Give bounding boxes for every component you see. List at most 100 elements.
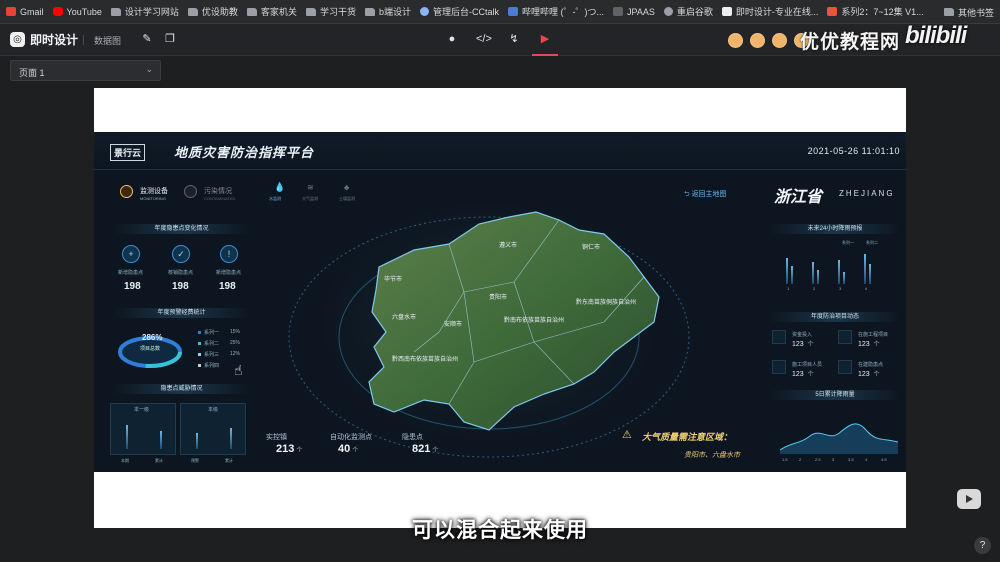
video-subtitle: 可以混合起来使用 — [412, 519, 588, 542]
file-name[interactable]: 数据图 — [94, 34, 121, 47]
add-icon: + — [122, 245, 140, 263]
axis-tick: 4.5 — [881, 457, 887, 462]
bookmark-folder[interactable]: 学习干货 — [305, 5, 356, 18]
contaminated-icon[interactable] — [184, 185, 197, 198]
map-label[interactable]: 黔西南布依族苗族自治州 — [392, 354, 458, 363]
app-logo-icon[interactable]: ◎ — [10, 32, 25, 47]
legend-swatch — [198, 353, 201, 356]
bookmark-cctalk[interactable]: 管理后台-CCtalk — [419, 5, 499, 18]
bookmark-folder[interactable]: b端设计 — [364, 5, 411, 18]
folder-icon — [943, 8, 954, 16]
map-label[interactable]: 安顺市 — [444, 319, 462, 328]
map-label[interactable]: 铜仁市 — [582, 242, 600, 251]
bookmark-label: 系列2：7~12集 V1... — [841, 7, 924, 17]
threat-bar — [230, 428, 232, 449]
project-label: 在建隐患点 — [858, 362, 884, 368]
bookmark-gmail[interactable]: Gmail — [6, 7, 44, 17]
bookmark-bilibili[interactable]: 哔哩哔哩 (゜-゜)つ... — [507, 5, 604, 18]
bookmark-label: YouTube — [66, 6, 102, 17]
tab-contaminated[interactable]: 污染情况 — [204, 186, 232, 196]
axis-tick: 3.5 — [848, 457, 854, 462]
icon-tab-label[interactable]: 土壤监测 — [339, 196, 355, 202]
shield-icon — [838, 360, 852, 374]
folder-icon — [364, 7, 375, 16]
comment-icon[interactable]: ● — [445, 32, 459, 46]
code-icon[interactable]: </> — [476, 32, 492, 46]
map-label[interactable]: 黔东南苗族侗族自治州 — [576, 297, 636, 306]
plant-icon[interactable]: ♣ — [344, 183, 349, 192]
watermark: 优优教程网 — [800, 32, 901, 53]
icon-tab-label[interactable]: 大气监测 — [302, 196, 318, 202]
icon-tab-label[interactable]: 水监测 — [269, 196, 281, 202]
bookmark-folder[interactable]: 设计学习网站 — [110, 5, 179, 18]
mouse-cursor-icon: ☝ — [234, 362, 243, 378]
avatar[interactable] — [772, 33, 787, 48]
toolbar-divider — [83, 35, 84, 45]
warning-regions: 贵阳市、六盘水市 — [684, 452, 740, 459]
legend-name: 系列四 — [204, 363, 220, 369]
folder-icon — [110, 7, 121, 16]
map-label[interactable]: 贵阳市 — [489, 292, 507, 301]
play-icon[interactable]: ▶ — [538, 32, 552, 46]
rain-bar — [838, 260, 840, 284]
app-name[interactable]: 即时设计 — [30, 31, 78, 48]
help-button[interactable]: ? — [974, 537, 991, 554]
water-drop-icon[interactable]: 💧 — [274, 182, 285, 193]
bookmark-folder[interactable]: 客家机关 — [246, 5, 297, 18]
map-label[interactable]: 毕节市 — [384, 274, 402, 283]
map-label[interactable]: 六盘水市 — [392, 312, 416, 321]
back-arrow-icon: ⮌ — [684, 191, 692, 198]
avatar[interactable] — [728, 33, 743, 48]
gmail-icon — [6, 7, 16, 16]
project-number: 123 — [792, 341, 804, 348]
rainfall-area-chart — [780, 423, 898, 454]
dashboard-frame[interactable]: 景行云 地质灾害防治指挥平台 2021-05-26 11:01:10 毕节市 贵… — [94, 132, 906, 472]
bookmark-youtube[interactable]: YouTube — [52, 6, 102, 17]
project-value: 123 个 — [858, 339, 880, 348]
tv-icon[interactable] — [957, 489, 981, 509]
pen-icon[interactable]: ✎ — [140, 32, 154, 46]
frame-icon[interactable]: ❐ — [163, 32, 177, 46]
tab-monitoring[interactable]: 监测设备 — [140, 186, 168, 196]
map-label[interactable]: 黔南布依族苗族自治州 — [504, 315, 564, 324]
axis-tick: 3 — [839, 286, 842, 291]
rain-bar — [812, 262, 814, 284]
stat-value: 198 — [124, 281, 141, 292]
avatar[interactable] — [750, 33, 765, 48]
bookmark-other[interactable]: 其他书签 — [943, 0, 994, 24]
project-number: 123 — [858, 371, 870, 378]
bookmark-series[interactable]: 系列2：7~12集 V1... — [827, 5, 924, 18]
threat-subtab[interactable]: 本级 — [208, 406, 218, 413]
bilibili-icon — [507, 7, 518, 16]
bookmark-folder[interactable]: 优设助教 — [187, 5, 238, 18]
tab-contaminated-en: CONTAMINATED — [204, 196, 236, 201]
legend-name: 系列二 — [866, 240, 878, 245]
panel-title: 5日累计降雨量 — [770, 390, 900, 400]
panel-title: 未来24小时降雨预报 — [770, 224, 900, 234]
threat-subtab[interactable]: 本一级 — [134, 406, 149, 413]
axis-tick: 1.5 — [782, 457, 788, 462]
bookmark-restart-chrome[interactable]: 重启谷歌 — [663, 5, 713, 18]
legend-name: 系列二 — [204, 341, 220, 347]
rain-bar — [864, 254, 866, 284]
page-select[interactable]: 页面 1 ⌄ — [10, 60, 161, 81]
folder-icon — [305, 7, 316, 16]
warning-icon: ⚠ — [622, 429, 632, 441]
stat-label: 实控镇 — [266, 434, 287, 441]
wind-icon[interactable]: ≋ — [307, 183, 314, 192]
active-indicator — [532, 54, 558, 56]
back-to-map-button[interactable]: ⮌ 返回主地图 — [684, 189, 727, 201]
bookmark-label: 哔哩哔哩 (゜-゜)つ... — [521, 7, 604, 17]
map-label[interactable]: 遵义市 — [499, 240, 517, 249]
stat-number: 821 — [412, 443, 431, 455]
project-unit: 个 — [873, 342, 880, 348]
construction-icon — [838, 330, 852, 344]
project-unit: 个 — [807, 372, 814, 378]
monitoring-icon[interactable] — [120, 185, 133, 198]
bookmark-jsdesign[interactable]: 即时设计-专业在线... — [721, 5, 818, 18]
donut-value-number: 286 — [142, 333, 156, 342]
circle-icon — [419, 7, 429, 16]
prototype-icon[interactable]: ↯ — [507, 32, 521, 46]
project-number: 123 — [858, 341, 870, 348]
bookmark-jpaas[interactable]: JPAAS — [612, 7, 655, 17]
